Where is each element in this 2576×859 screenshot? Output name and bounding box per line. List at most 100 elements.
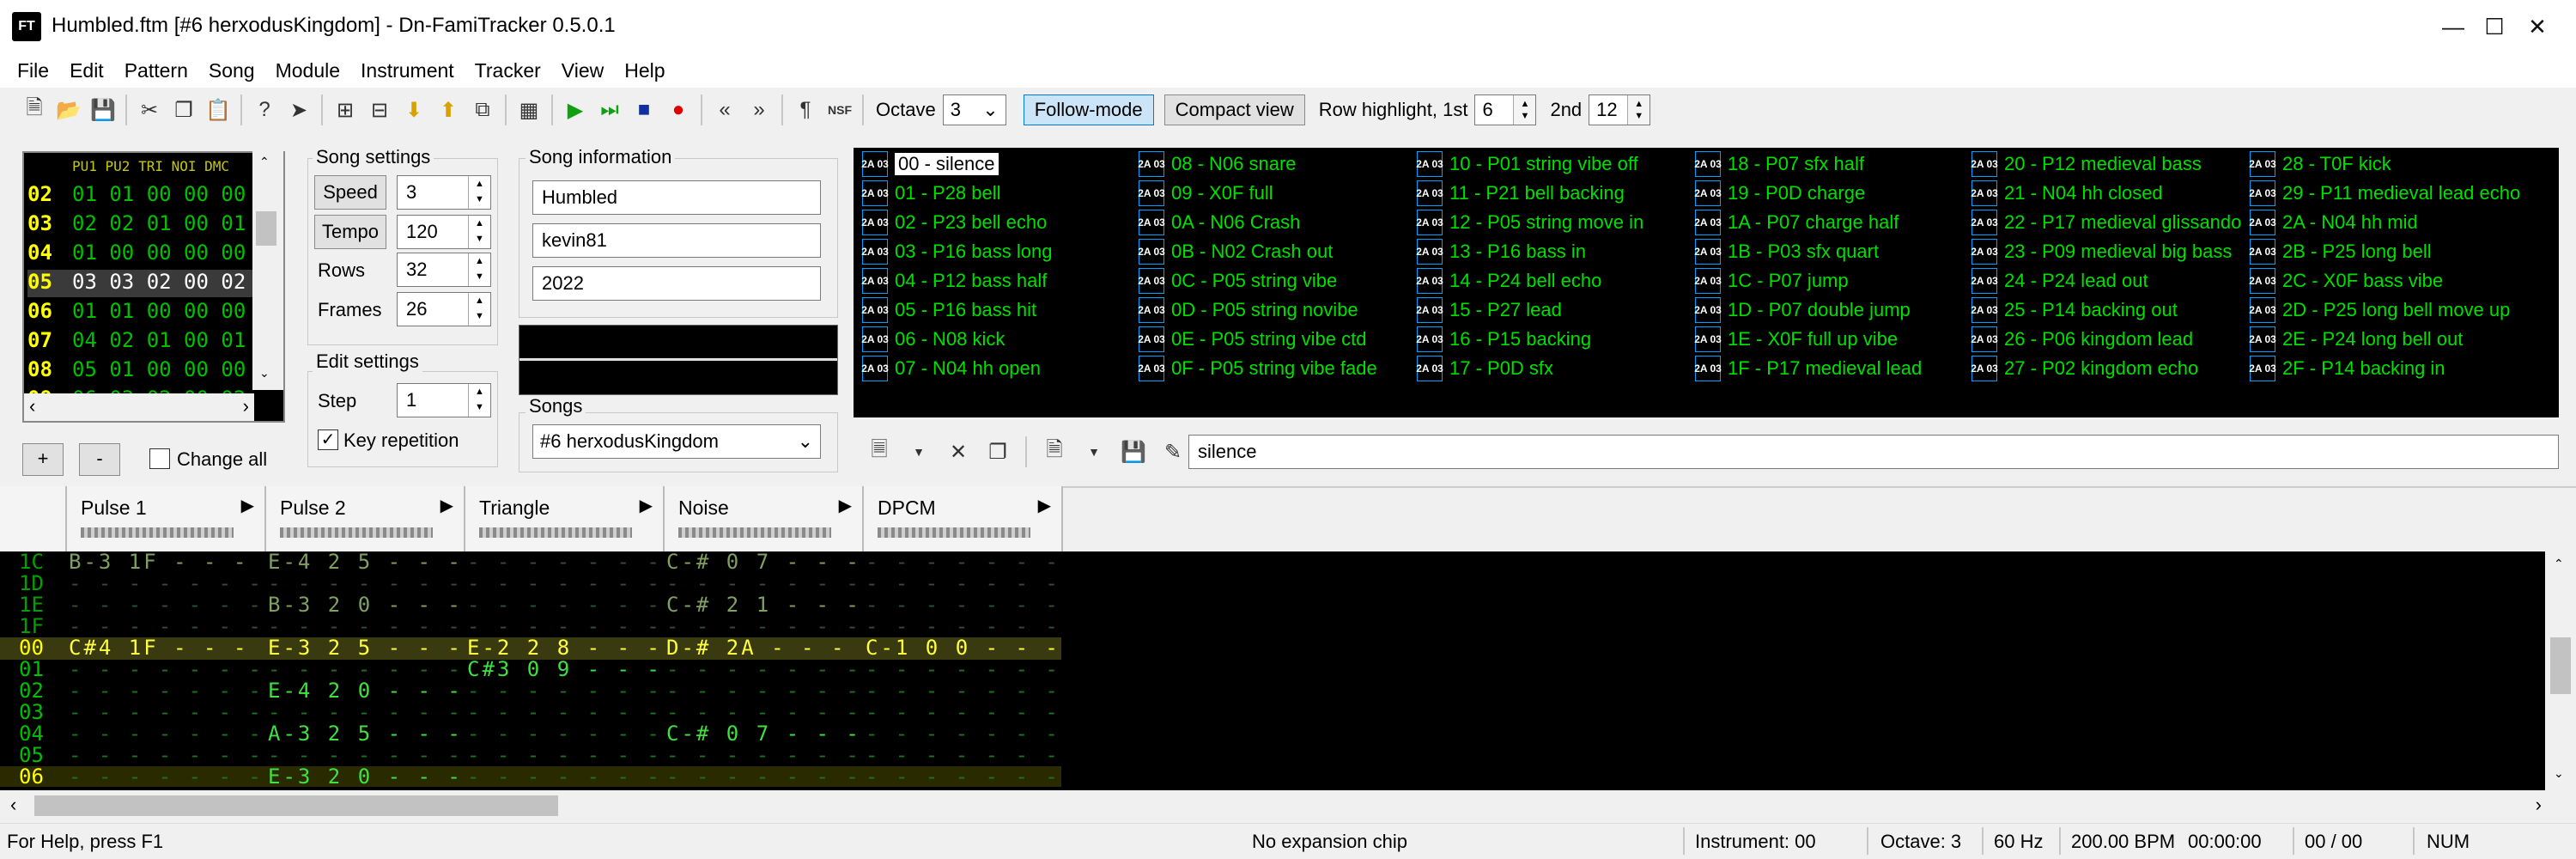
nsf-export-icon[interactable]: NSF — [823, 93, 857, 127]
scroll-left-icon[interactable]: ‹ — [29, 395, 35, 417]
load-instrument-icon[interactable]: 🗎 — [1037, 435, 1072, 469]
instrument-item[interactable]: 2A 03 22 - P17 medieval glissando — [1971, 208, 2241, 237]
duplicate-frame-icon[interactable]: ⧉ — [465, 93, 500, 127]
instrument-item[interactable]: 2A 03 0C - P05 string vibe — [1138, 266, 1337, 295]
instrument-item[interactable]: 2A 03 07 - N04 hh open — [861, 354, 1041, 383]
instrument-item[interactable]: 2A 03 1C - P07 jump — [1694, 266, 1849, 295]
row-highlight-1st-spinner[interactable]: 6 ▲ ▼ — [1474, 94, 1537, 125]
chevron-right-icon[interactable]: ▶ — [839, 495, 852, 516]
stop-icon[interactable]: ■ — [627, 93, 661, 127]
frames-spinner[interactable]: 26 ▲ ▼ — [397, 292, 491, 326]
play-loop-icon[interactable]: ⏭ — [592, 93, 627, 127]
song-copyright-input[interactable]: 2022 — [532, 266, 821, 301]
menu-song[interactable]: Song — [198, 59, 265, 82]
pattern-cell[interactable]: B-3 2 0 - - - — [268, 594, 463, 615]
close-icon[interactable]: ✕ — [2499, 0, 2576, 53]
about-icon[interactable]: ? — [247, 93, 282, 127]
menu-view[interactable]: View — [551, 59, 614, 82]
instrument-item[interactable]: 2A 03 03 - P16 bass long — [861, 237, 1052, 266]
pattern-cell[interactable]: - - - - - - - — [467, 594, 662, 615]
pattern-cell[interactable]: - - - - - - - — [69, 702, 264, 722]
record-icon[interactable]: ● — [661, 93, 696, 127]
frame-row-current[interactable]: 05 03 03 02 00 02 — [27, 270, 252, 297]
pattern-cell[interactable]: E-2 2 8 - - - — [467, 637, 662, 658]
frame-editor[interactable]: PU1 PU2 TRI NOI DMC 02 01 01 00 00 00 03 0… — [22, 151, 285, 423]
instrument-item[interactable]: 2A 03 13 - P16 bass in — [1416, 237, 1586, 266]
spin-arrows-icon[interactable]: ▲ ▼ — [1627, 95, 1650, 125]
remove-instrument-icon[interactable]: ✕ — [941, 435, 975, 469]
song-select[interactable]: #6 herxodusKingdom ⌄ — [532, 424, 821, 459]
spin-arrows-icon[interactable]: ▲ ▼ — [468, 216, 490, 248]
pattern-cell[interactable]: - - - - - - - — [666, 702, 861, 722]
instrument-item[interactable]: 2A 03 25 - P14 backing out — [1971, 295, 2178, 325]
scroll-right-icon[interactable]: › — [243, 395, 249, 417]
instrument-item[interactable]: 2A 03 28 - T0F kick — [2249, 149, 2391, 179]
oscilloscope-visualizer[interactable] — [519, 325, 838, 395]
pattern-cell[interactable]: - - - - - - - — [666, 745, 861, 765]
pattern-horizontal-scrollbar[interactable]: ‹ › — [0, 790, 2576, 821]
spin-arrows-icon[interactable]: ▲ ▼ — [1513, 95, 1536, 125]
remove-frame-icon[interactable]: ⊟ — [362, 93, 397, 127]
settings-icon[interactable]: ¶ — [788, 93, 823, 127]
menu-file[interactable]: File — [7, 59, 59, 82]
pattern-cell[interactable]: - - - - - - - — [69, 723, 264, 744]
pattern-cell[interactable]: B-3 1F - - - — [69, 551, 248, 572]
pattern-cell[interactable]: C-# 0 7 - - - — [666, 723, 861, 744]
instrument-item[interactable]: 2A 03 26 - P06 kingdom lead — [1971, 325, 2193, 354]
instrument-item[interactable]: 2A 03 0E - P05 string vibe ctd — [1138, 325, 1366, 354]
channel-header-dpcm[interactable]: DPCM ▶ — [864, 486, 1063, 551]
octave-select[interactable]: 3 ⌄ — [942, 94, 1006, 125]
pattern-cell[interactable]: - - - - - - - — [467, 702, 662, 722]
instrument-item[interactable]: 2A 03 16 - P15 backing — [1416, 325, 1591, 354]
add-instrument-icon[interactable]: 🗏 — [862, 435, 896, 469]
channel-header-pulse1[interactable]: Pulse 1 ▶ — [67, 486, 266, 551]
pattern-cell[interactable]: - - - - - - - — [866, 745, 1060, 765]
pattern-row[interactable]: 02- - - - - - - E-4 2 0 - - -- - - - - - … — [0, 680, 1061, 701]
pattern-cell[interactable]: - - - - - - - — [866, 766, 1060, 787]
pattern-vertical-scrollbar[interactable]: ⌃ ⌄ — [2545, 551, 2576, 790]
instrument-name-input[interactable]: silence — [1188, 435, 2559, 469]
change-all-checkbox[interactable] — [149, 448, 170, 469]
instrument-item[interactable]: 2A 03 18 - P07 sfx half — [1694, 149, 1864, 179]
chevron-down-icon[interactable]: ▼ — [1077, 435, 1111, 469]
instrument-item[interactable]: 2A 03 29 - P11 medieval lead echo — [2249, 179, 2520, 208]
instrument-item[interactable]: 2A 03 17 - P0D sfx — [1416, 354, 1553, 383]
spin-arrows-icon[interactable]: ▲ ▼ — [468, 384, 490, 417]
scrollbar-thumb[interactable] — [256, 211, 276, 246]
add-frame-button[interactable]: + — [22, 443, 64, 476]
menu-help[interactable]: Help — [614, 59, 675, 82]
remove-frame-button[interactable]: - — [79, 443, 120, 476]
chevron-right-icon[interactable]: ▶ — [1038, 495, 1051, 516]
menu-instrument[interactable]: Instrument — [350, 59, 465, 82]
pattern-cell[interactable]: C-# 2 1 - - - — [666, 594, 861, 615]
instrument-item[interactable]: 2A 03 2F - P14 backing in — [2249, 354, 2445, 383]
pattern-cell[interactable]: E-4 2 0 - - - — [268, 680, 463, 701]
play-icon[interactable]: ▶ — [558, 93, 592, 127]
key-repetition-checkbox[interactable]: ✓ — [318, 430, 338, 450]
scroll-up-icon[interactable]: ⌃ — [259, 155, 270, 169]
clone-instrument-icon[interactable]: ❐ — [981, 435, 1015, 469]
insert-frame-icon[interactable]: ⊞ — [328, 93, 362, 127]
pattern-cell[interactable]: - - - - - - - — [69, 745, 264, 765]
edit-instrument-icon[interactable]: ✎ — [1156, 435, 1190, 469]
spin-arrows-icon[interactable]: ▲ ▼ — [468, 293, 490, 326]
pattern-cell[interactable]: - - - - - - - — [467, 766, 662, 787]
instrument-item[interactable]: 2A 03 0A - N06 Crash — [1138, 208, 1300, 237]
module-properties-icon[interactable]: ▦ — [512, 93, 546, 127]
menu-module[interactable]: Module — [265, 59, 350, 82]
compact-view-button[interactable]: Compact view — [1163, 94, 1305, 125]
next-song-icon[interactable]: » — [742, 93, 776, 127]
follow-mode-button[interactable]: Follow-mode — [1023, 94, 1154, 125]
scroll-down-icon[interactable]: ⌄ — [2554, 766, 2564, 781]
pattern-cell[interactable]: C#4 1F - - - — [69, 637, 248, 658]
rows-spinner[interactable]: 32 ▲ ▼ — [397, 253, 491, 287]
pattern-cell[interactable]: - - - - - - - — [866, 659, 1060, 679]
pattern-cell[interactable]: - - - - - - - — [866, 723, 1060, 744]
instrument-item[interactable]: 2A 03 1E - X0F full up vibe — [1694, 325, 1898, 354]
pattern-row[interactable]: 1D - - - - - - -- - - - - - -- - - - - - … — [0, 573, 1061, 594]
pattern-cell[interactable]: - - - - - - - — [866, 680, 1060, 701]
pattern-cell[interactable]: - - - - - - - — [467, 680, 662, 701]
pattern-cell[interactable]: - - - - - - - — [666, 680, 861, 701]
save-file-icon[interactable]: 💾 — [86, 93, 120, 127]
pattern-cell[interactable]: - - - - - - - — [866, 594, 1060, 615]
